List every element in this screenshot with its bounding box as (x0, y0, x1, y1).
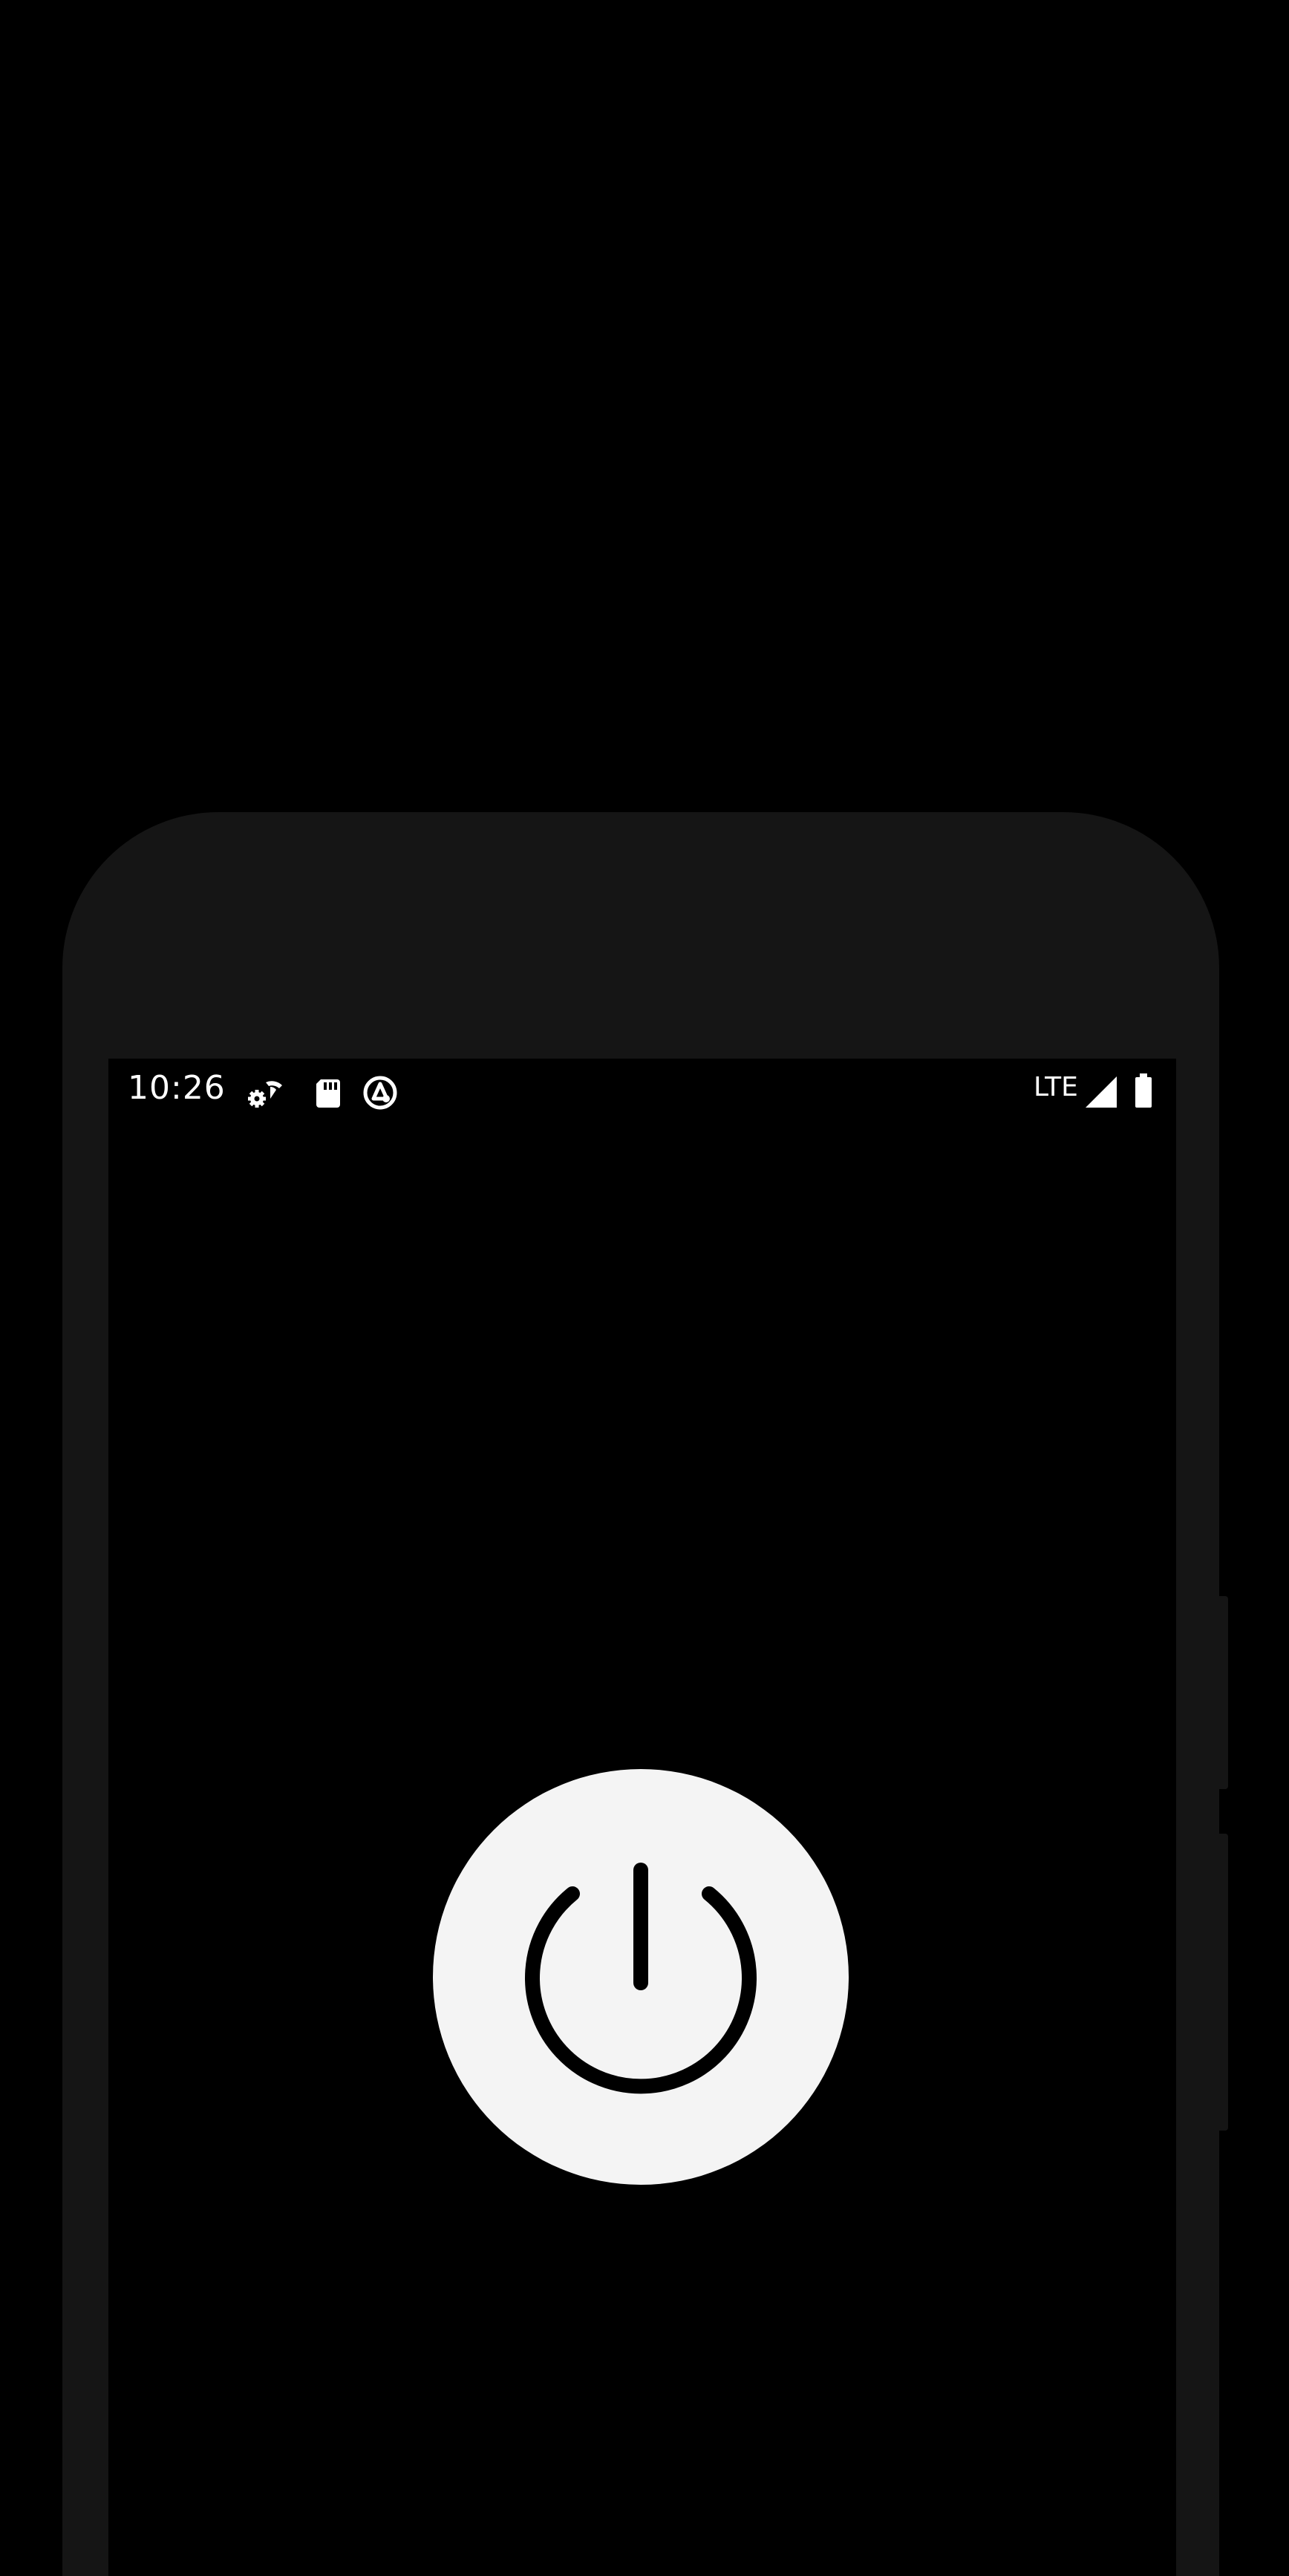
sd-card-icon (309, 1073, 347, 1112)
phone-volume-key (1219, 1596, 1228, 1789)
assistant-icon (361, 1073, 399, 1112)
network-type-label: LTE (1034, 1072, 1078, 1102)
battery-icon (1133, 1072, 1154, 1109)
status-time: 10:26 (128, 1069, 226, 1107)
phone-power-key (1219, 1834, 1228, 2131)
power-button[interactable] (433, 1769, 849, 2185)
power-icon (525, 1863, 757, 2094)
settings-wifi-icon (247, 1073, 285, 1112)
signal-icon (1084, 1075, 1118, 1109)
page: 10:26 LTE (0, 0, 1289, 2576)
status-bar: 10:26 LTE (108, 1059, 1176, 1121)
